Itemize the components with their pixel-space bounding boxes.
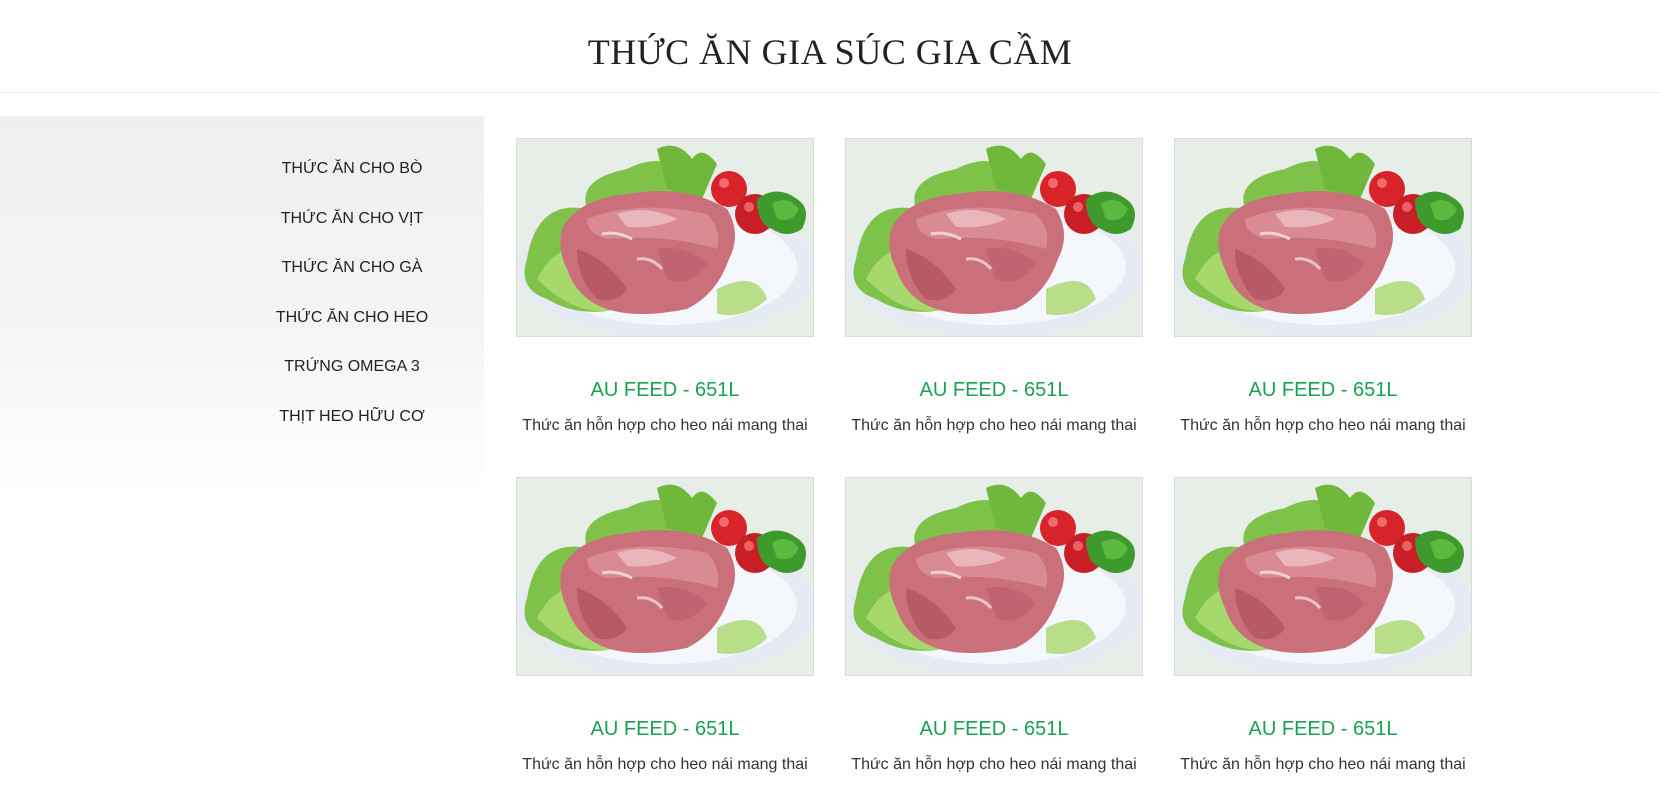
product-title[interactable]: AU FEED - 651L — [845, 377, 1143, 403]
product-card: AU FEED - 651L Thức ăn hỗn hợp cho heo ná… — [845, 477, 1143, 797]
product-card: AU FEED - 651L Thức ăn hỗn hợp cho heo ná… — [845, 138, 1143, 458]
sidebar-item-4[interactable]: TRỨNG OMEGA 3 — [192, 355, 512, 379]
product-image[interactable] — [1174, 477, 1472, 676]
product-title[interactable]: AU FEED - 651L — [516, 716, 814, 742]
product-description: Thức ăn hỗn hợp cho heo nái mang thai — [851, 756, 1137, 773]
product-card: AU FEED - 651L Thức ăn hỗn hợp cho heo ná… — [516, 477, 814, 797]
product-title[interactable]: AU FEED - 651L — [1174, 716, 1472, 742]
product-description: Thức ăn hỗn hợp cho heo nái mang thai — [1180, 417, 1466, 434]
product-title[interactable]: AU FEED - 651L — [845, 716, 1143, 742]
page-title: THỨC ĂN GIA SÚC GIA CẦM — [587, 32, 1073, 72]
product-card: AU FEED - 651L Thức ăn hỗn hợp cho heo ná… — [516, 138, 814, 458]
product-image[interactable] — [845, 477, 1143, 676]
product-image[interactable] — [516, 477, 814, 676]
product-image[interactable] — [516, 138, 814, 337]
product-description: Thức ăn hỗn hợp cho heo nái mang thai — [851, 417, 1137, 434]
category-sidebar: THỨC ĂN CHO BÒ THỨC ĂN CHO VỊT THỨC ĂN CHO… — [0, 116, 484, 496]
sidebar-item-0[interactable]: THỨC ĂN CHO BÒ — [192, 157, 512, 181]
sidebar-item-2[interactable]: THỨC ĂN CHO GÀ — [192, 256, 512, 280]
product-card: AU FEED - 651L Thức ăn hỗn hợp cho heo ná… — [1174, 477, 1472, 797]
product-description: Thức ăn hỗn hợp cho heo nái mang thai — [522, 417, 808, 434]
product-card: AU FEED - 651L Thức ăn hỗn hợp cho heo ná… — [1174, 138, 1472, 458]
product-title[interactable]: AU FEED - 651L — [516, 377, 814, 403]
sidebar-item-1[interactable]: THỨC ĂN CHO VỊT — [192, 207, 512, 231]
sidebar-item-3[interactable]: THỨC ĂN CHO HEO — [192, 306, 512, 330]
page-header: THỨC ĂN GIA SÚC GIA CẦM — [0, 0, 1660, 93]
product-image[interactable] — [1174, 138, 1472, 337]
product-image[interactable] — [845, 138, 1143, 337]
product-title[interactable]: AU FEED - 651L — [1174, 377, 1472, 403]
sidebar-item-5[interactable]: THỊT HEO HỮU CƠ — [192, 405, 512, 429]
product-description: Thức ăn hỗn hợp cho heo nái mang thai — [522, 756, 808, 773]
product-description: Thức ăn hỗn hợp cho heo nái mang thai — [1180, 756, 1466, 773]
